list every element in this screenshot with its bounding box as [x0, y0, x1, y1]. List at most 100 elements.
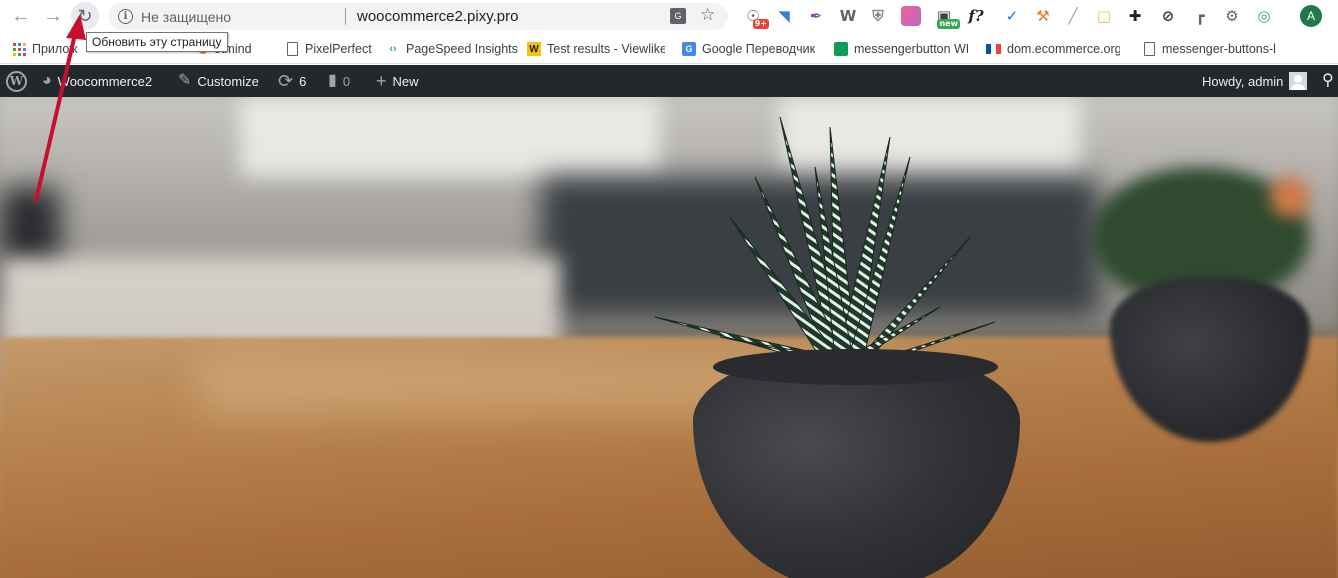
color-picker-icon-glyph: ✓ [1005, 7, 1019, 25]
reload-tooltip: Обновить эту страницу [86, 32, 228, 52]
gear-icon[interactable]: ⚙ [1222, 6, 1242, 26]
customize-label: Customize [197, 73, 259, 89]
updates-count: 6 [299, 73, 307, 89]
notion-icon-glyph: ◥ [778, 7, 790, 25]
pen-icon[interactable]: ✒ [806, 6, 826, 26]
bookmark-messengerbutton[interactable]: messengerbutton WP [834, 40, 968, 58]
move-icon-glyph: ✚ [1128, 7, 1142, 25]
hammer-icon[interactable]: ⚒ [1033, 6, 1053, 26]
bookmark-pixelperfect[interactable]: PixelPerfect [285, 40, 372, 58]
shield-icon-glyph: ⛨ [872, 7, 884, 25]
extension-badge: new [937, 19, 960, 29]
wordpress-icon[interactable]: W [838, 6, 858, 26]
pen-icon-glyph: ✒ [809, 7, 823, 25]
bookmark-viewlike[interactable]: W Test results - Viewlike [527, 40, 665, 58]
french-flag-icon [986, 44, 1001, 54]
updates-icon: ⟳ [278, 71, 294, 91]
bookmark-label: PageSpeed Insights [406, 42, 518, 56]
note-icon[interactable]: ▢ [1094, 6, 1114, 26]
speed-icon[interactable]: ⊘ [1158, 6, 1178, 26]
gradient-icon[interactable] [901, 6, 921, 26]
bookmark-label: Google Переводчик [702, 42, 816, 56]
translate-icon[interactable]: G [670, 8, 686, 24]
comments-count: 0 [342, 73, 351, 89]
customize-link[interactable]: ✎ Customize [178, 65, 259, 97]
info-icon[interactable]: i [118, 9, 133, 24]
shield-icon[interactable]: ⛨ [868, 6, 888, 26]
corner-icon-glyph: ┏ [1195, 7, 1205, 25]
bookmark-google-translate[interactable]: G Google Переводчик [682, 40, 815, 58]
omnibox-divider [345, 8, 346, 25]
profile-avatar[interactable]: A [1300, 5, 1322, 27]
notion-icon[interactable]: ◥ [774, 6, 794, 26]
address-bar[interactable]: i Не защищено woocommerce2.pixy.pro G ☆ [108, 3, 728, 30]
forward-button[interactable]: → [40, 4, 66, 28]
arrow-right-icon: → [43, 5, 63, 27]
bookmark-messenger-buttons[interactable]: messenger-buttons-l [1142, 40, 1276, 58]
dashboard-icon: ◕ [42, 72, 52, 89]
chromecast-badge-icon[interactable]: ☉ 9+ [743, 6, 769, 29]
apps-grid-icon [12, 42, 26, 56]
arrow-left-icon: ← [11, 5, 31, 27]
document-icon [1142, 42, 1156, 56]
note-icon-glyph: ▢ [1096, 7, 1112, 25]
wp-admin-bar: W ◕ Woocommerce2 ✎ Customize ⟳ 6 ▮ 0 + N… [0, 65, 1338, 97]
corner-icon[interactable]: ┏ [1190, 6, 1210, 26]
my-account-menu[interactable]: Howdy, admin [1202, 65, 1308, 97]
chrome-target-icon[interactable]: ◎ [1254, 6, 1274, 26]
avatar [1289, 72, 1308, 90]
reload-icon: ↻ [77, 6, 93, 26]
reload-button[interactable]: ↻ [71, 2, 99, 30]
background-light [1270, 177, 1310, 217]
font-icon-glyph: f? [968, 7, 984, 25]
bookmark-label: Прилож [32, 42, 78, 56]
comments-link[interactable]: ▮ 0 [328, 65, 350, 97]
ruler-icon-glyph: ╱ [1068, 7, 1078, 25]
brush-icon: ✎ [178, 72, 192, 89]
bookmark-star-icon[interactable]: ☆ [700, 5, 715, 25]
move-icon[interactable]: ✚ [1125, 6, 1145, 26]
ruler-icon[interactable]: ╱ [1063, 6, 1083, 26]
speed-icon-glyph: ⊘ [1161, 7, 1175, 25]
bookmark-dom-ecommerce[interactable]: dom.ecommerce.org [986, 40, 1120, 58]
font-icon[interactable]: f? [966, 6, 986, 26]
pot-rim [713, 349, 998, 385]
comment-icon: ▮ [328, 72, 337, 89]
viewlike-icon: W [527, 42, 541, 56]
gear-icon-glyph: ⚙ [1225, 7, 1239, 25]
updates-link[interactable]: ⟳ 6 [278, 65, 306, 97]
google-translate-icon: G [682, 42, 696, 56]
site-name: Woocommerce2 [57, 73, 153, 89]
admin-search[interactable]: ⚲ [1322, 65, 1334, 97]
plus-icon: + [376, 71, 387, 91]
pagespeed-icon: ‹› [389, 43, 397, 55]
security-label[interactable]: Не защищено [141, 9, 231, 25]
extension-badge: 9+ [752, 19, 769, 29]
wordpress-logo-icon: W [6, 70, 27, 92]
succulent-plant [654, 116, 996, 366]
wp-logo-menu[interactable]: W [6, 65, 27, 97]
screenshot-icon[interactable]: ▣ new [934, 6, 960, 29]
new-label: New [392, 73, 419, 89]
search-icon: ⚲ [1322, 72, 1334, 89]
site-name-menu[interactable]: ◕ Woocommerce2 [42, 65, 152, 97]
sheets-icon [834, 42, 848, 56]
browser-toolbar: ← → ↻ i Не защищено woocommerce2.pixy.pr… [0, 0, 1338, 33]
bookmark-label: messenger-buttons-l [1162, 42, 1276, 56]
bookmark-label: PixelPerfect [305, 42, 372, 56]
url-text[interactable]: woocommerce2.pixy.pro [357, 8, 518, 25]
bookmark-label: dom.ecommerce.org [1007, 42, 1120, 56]
new-content-menu[interactable]: + New [376, 65, 419, 97]
bookmark-label: messengerbutton WP [854, 42, 968, 56]
bookmark-pagespeed[interactable]: ‹› PageSpeed Insights [386, 40, 518, 58]
wordpress-icon-glyph: W [839, 7, 857, 25]
chrome-target-icon-glyph: ◎ [1257, 7, 1271, 25]
howdy-label: Howdy, admin [1202, 73, 1284, 89]
back-button[interactable]: ← [8, 4, 34, 28]
hammer-icon-glyph: ⚒ [1036, 7, 1050, 25]
window-light [240, 97, 660, 177]
bookmark-label: Test results - Viewlike [547, 42, 665, 56]
hero-image [0, 97, 1338, 578]
bookmark-apps[interactable]: Прилож [12, 40, 78, 58]
color-picker-icon[interactable]: ✓ [1002, 6, 1022, 26]
